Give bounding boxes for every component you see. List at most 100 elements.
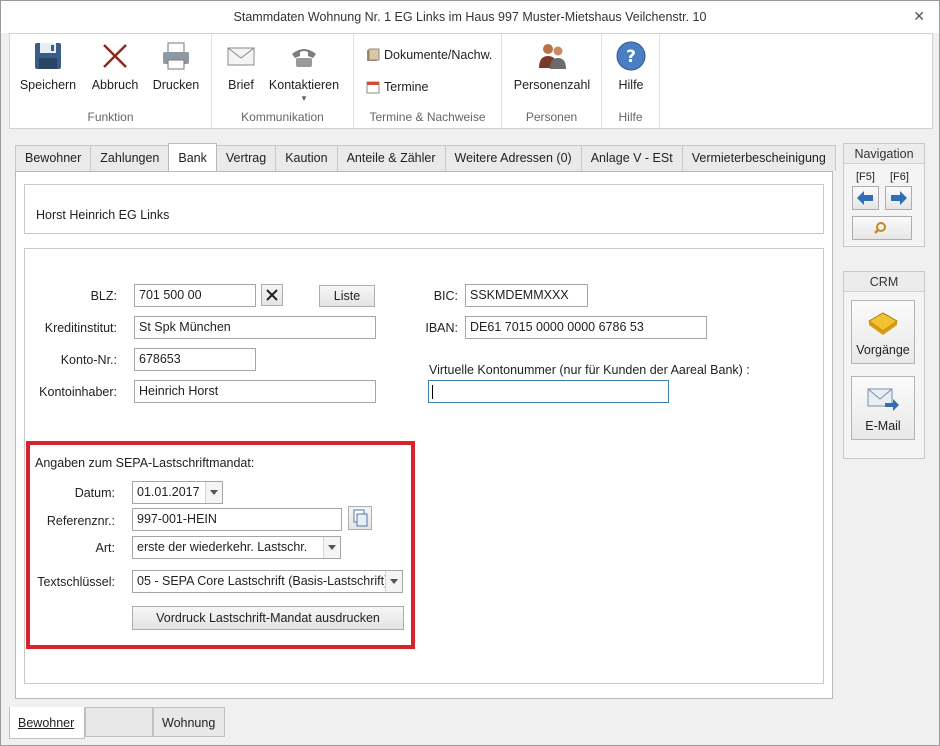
telephone-icon (288, 40, 320, 72)
type-label: Art: (95, 541, 115, 555)
help-button[interactable]: ? Hilfe (610, 40, 652, 92)
tab-vermieterbescheinigung[interactable]: Vermieterbescheinigung (681, 145, 836, 171)
date-picker[interactable]: 01.01.2017 (132, 481, 223, 504)
tab-zahlungen[interactable]: Zahlungen (90, 145, 170, 171)
processes-button[interactable]: Vorgänge (851, 300, 915, 364)
bic-label: BIC: (433, 289, 458, 303)
f6-hint: [F6] (890, 171, 909, 183)
tab-anlage-v-est[interactable]: Anlage V - ESt (580, 145, 683, 171)
ribbon-group-funktion: Speichern Abbruch Drucken Funktion (10, 34, 212, 128)
documents-label: Dokumente/Nachw. (384, 48, 493, 62)
print-button[interactable]: Drucken (148, 40, 204, 92)
tab-bewohner[interactable]: Bewohner (15, 145, 92, 171)
cancel-button[interactable]: Abbruch (86, 40, 144, 92)
navigation-panel: Navigation [F5] [F6] (843, 143, 925, 247)
ribbon-group-kommunikation: Brief Kontaktieren ▾ Kommunikation (212, 34, 354, 128)
date-label: Datum: (74, 486, 115, 500)
contact-label: Kontaktieren (268, 78, 340, 92)
bic-input[interactable]: SSKMDEMMXXX (465, 284, 588, 307)
save-button[interactable]: Speichern (16, 40, 80, 92)
persons-button[interactable]: Personenzahl (510, 40, 594, 92)
clear-x-icon (266, 289, 278, 301)
reference-input[interactable]: 997-001-HEIN (132, 508, 342, 531)
next-button[interactable] (885, 186, 912, 210)
title-bar: Stammdaten Wohnung Nr. 1 EG Links im Hau… (1, 1, 939, 33)
bottom-tab-empty[interactable] (85, 707, 153, 737)
letter-button[interactable]: Brief (220, 40, 262, 92)
printer-icon (160, 40, 192, 72)
svg-text:?: ? (626, 47, 636, 67)
group-label-hilfe: Hilfe (618, 110, 643, 124)
sepa-heading: Angaben zum SEPA-Lastschriftmandat: (35, 456, 255, 470)
crm-title: CRM (844, 272, 924, 292)
virtual-account-input[interactable] (428, 380, 669, 403)
bank-name-input[interactable]: St Spk München (134, 316, 376, 339)
copy-reference-button[interactable] (348, 506, 372, 530)
people-icon (536, 40, 568, 72)
search-button[interactable] (852, 216, 912, 240)
chevron-down-icon[interactable] (205, 482, 222, 503)
cross-icon (99, 40, 131, 72)
bank-name-label: Kreditinstitut: (44, 321, 117, 335)
tab-weitere-adressen-0[interactable]: Weitere Adressen (0) (444, 145, 582, 171)
contact-button[interactable]: Kontaktieren ▾ (268, 40, 340, 104)
tab-strip: Bewohner Zahlungen Bank Vertrag Kaution Antei… (15, 143, 836, 171)
list-button[interactable]: Liste (319, 285, 375, 307)
chevron-down-icon[interactable] (323, 537, 340, 558)
main-window: Stammdaten Wohnung Nr. 1 EG Links im Hau… (0, 0, 940, 746)
account-number-label: Konto-Nr.: (60, 353, 117, 367)
bottom-tab-wohnung[interactable]: Wohnung (153, 707, 225, 737)
copy-icon (353, 509, 368, 527)
blz-input[interactable]: 701 500 00 (134, 284, 256, 307)
ribbon-group-termine: Dokumente/Nachw. Termine Termine & Nachw… (354, 34, 502, 128)
arrow-right-icon (891, 191, 907, 205)
text-key-value: 05 - SEPA Core Lastschrift (Basis-Lastsc… (137, 574, 389, 588)
floppy-disk-icon (32, 40, 64, 72)
type-value: erste der wiederkehr. Lastschr. (137, 540, 308, 554)
account-holder-label: Kontoinhaber: (39, 385, 117, 399)
persons-label: Personenzahl (513, 78, 591, 92)
tab-anteile-zähler[interactable]: Anteile & Zähler (336, 145, 446, 171)
bottom-tab-bewohner[interactable]: Bewohner (9, 707, 85, 739)
close-icon[interactable]: ✕ (913, 8, 925, 25)
text-key-select[interactable]: 05 - SEPA Core Lastschrift (Basis-Lastsc… (132, 570, 403, 593)
text-caret (432, 385, 433, 399)
type-select[interactable]: erste der wiederkehr. Lastschr. (132, 536, 341, 559)
account-number-input[interactable]: 678653 (134, 348, 256, 371)
appointments-button[interactable]: Termine (366, 80, 428, 94)
group-label-termine: Termine & Nachweise (369, 110, 486, 124)
print-label: Drucken (152, 78, 200, 92)
appointments-label: Termine (384, 80, 429, 94)
email-label: E-Mail (865, 419, 901, 433)
help-icon: ? (615, 40, 647, 72)
contact-dropdown-arrow[interactable]: ▾ (268, 93, 340, 104)
search-icon (874, 222, 886, 234)
reference-label: Referenznr.: (46, 514, 115, 528)
f5-hint: [F5] (856, 171, 875, 183)
tenant-name: Horst Heinrich EG Links (36, 208, 170, 222)
tab-bank[interactable]: Bank (168, 143, 217, 171)
letter-label: Brief (228, 78, 254, 92)
chevron-down-icon[interactable] (385, 571, 402, 592)
print-mandate-button[interactable]: Vordruck Lastschrift-Mandat ausdrucken (132, 606, 404, 630)
tab-kaution[interactable]: Kaution (275, 145, 338, 171)
tray-icon (868, 312, 898, 335)
calendar-icon (366, 80, 380, 94)
tab-vertrag[interactable]: Vertrag (215, 145, 277, 171)
documents-button[interactable]: Dokumente/Nachw. (366, 48, 492, 62)
processes-label: Vorgänge (856, 343, 910, 357)
account-holder-input[interactable]: Heinrich Horst (134, 380, 376, 403)
ribbon-group-personen: Personenzahl Personen (502, 34, 602, 128)
save-label: Speichern (19, 78, 77, 92)
arrow-left-icon (857, 191, 873, 205)
ribbon-group-hilfe: ? Hilfe Hilfe (602, 34, 660, 128)
previous-button[interactable] (852, 186, 879, 210)
date-value: 01.01.2017 (137, 485, 200, 499)
clear-blz-button[interactable] (261, 284, 283, 306)
email-icon (867, 388, 899, 411)
email-button[interactable]: E-Mail (851, 376, 915, 440)
help-label: Hilfe (618, 78, 644, 92)
iban-input[interactable]: DE61 7015 0000 0000 6786 53 (465, 316, 707, 339)
group-label-personen: Personen (525, 110, 578, 124)
documents-icon (366, 48, 380, 62)
